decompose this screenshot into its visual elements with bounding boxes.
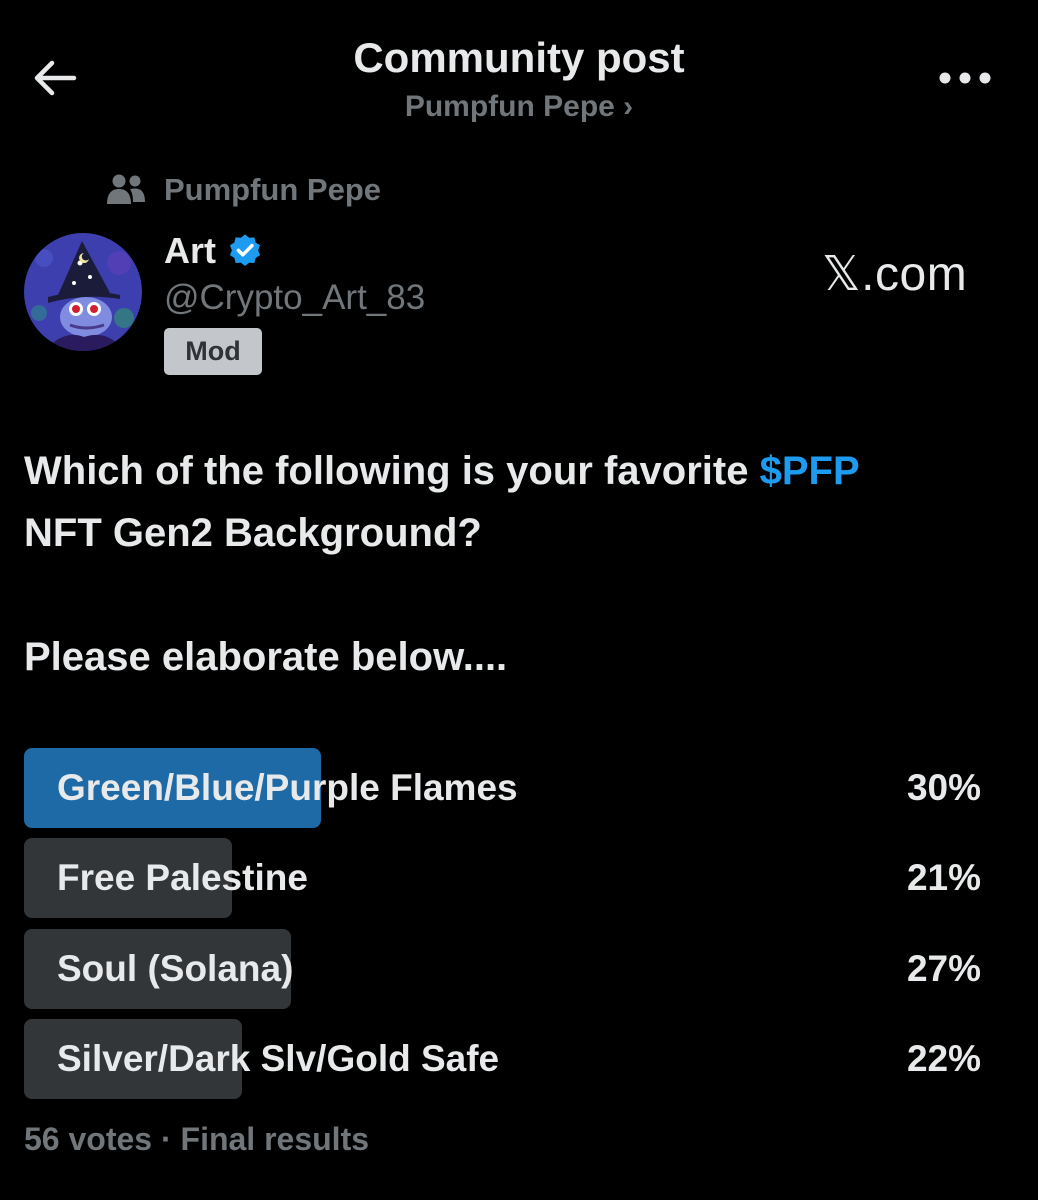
- poll-option-label: Green/Blue/Purple Flames: [57, 767, 518, 808]
- post-line: Which of the following is your favorite …: [24, 440, 1014, 502]
- more-options-button[interactable]: [930, 56, 1000, 100]
- poll-option-label: Free Palestine: [57, 857, 308, 898]
- poll-option-label: Soul (Solana): [57, 948, 294, 989]
- community-link[interactable]: Pumpfun Pepe ›: [0, 90, 1038, 124]
- poll-option[interactable]: Silver/Dark Slv/Gold Safe 22%: [24, 1019, 1014, 1099]
- author-name: Art: [164, 230, 216, 271]
- post-line: NFT Gen2 Background?: [24, 511, 482, 555]
- page-title: Community post: [353, 34, 685, 81]
- author-handle[interactable]: @Crypto_Art_83: [164, 278, 425, 318]
- avatar[interactable]: [24, 233, 142, 351]
- more-horizontal-icon: [939, 72, 991, 84]
- poll-option[interactable]: Soul (Solana) 27%: [24, 929, 1014, 1009]
- poll-option-percent: 30%: [906, 767, 981, 808]
- poll-footer: 56 votes · Final results: [24, 1121, 370, 1157]
- community-context[interactable]: Pumpfun Pepe: [106, 170, 381, 210]
- poll-option-percent: 27%: [906, 948, 981, 989]
- author-name-row[interactable]: Art: [164, 228, 264, 274]
- mod-badge: Mod: [164, 328, 262, 375]
- poll-option-label: Silver/Dark Slv/Gold Safe: [57, 1038, 500, 1079]
- verified-badge-icon: [229, 234, 261, 267]
- watermark: 𝕏.com: [822, 248, 968, 301]
- post-text: Which of the following is your favorite …: [24, 440, 1014, 688]
- cashtag-link[interactable]: $PFP: [760, 449, 860, 493]
- poll-option-percent: 22%: [906, 1038, 981, 1079]
- avatar-image: [24, 233, 142, 351]
- community-name: Pumpfun Pepe: [164, 172, 382, 207]
- post-text-segment: Which of the following is your favorite: [24, 449, 760, 493]
- post-line: Please elaborate below....: [24, 635, 508, 679]
- poll-option[interactable]: Green/Blue/Purple Flames 30%: [24, 748, 1014, 828]
- poll-option[interactable]: Free Palestine 21%: [24, 838, 1014, 918]
- poll-option-percent: 21%: [906, 857, 981, 898]
- people-icon: [107, 174, 145, 204]
